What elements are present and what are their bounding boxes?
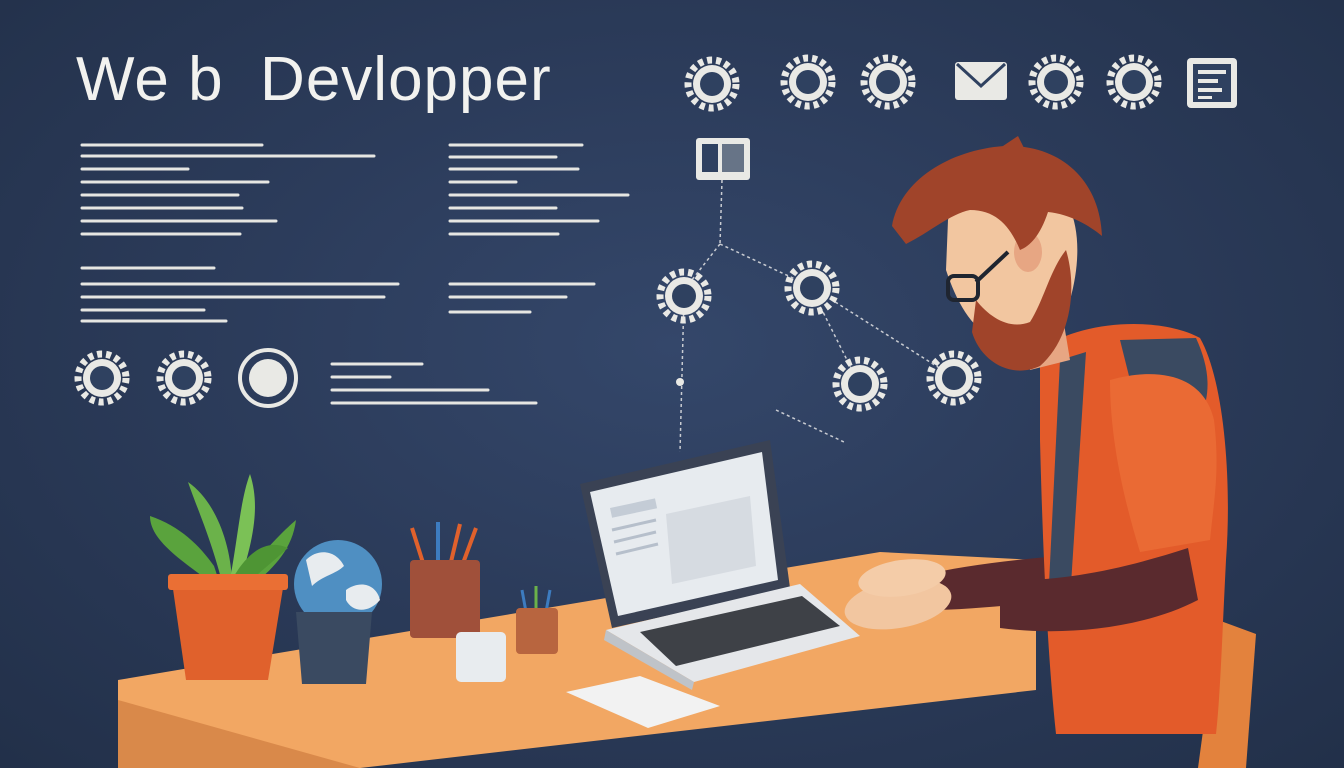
gear-icon (1110, 58, 1158, 106)
text-lines-block-left (80, 143, 400, 323)
potted-plant (150, 474, 296, 680)
connector-node (676, 378, 684, 386)
text-lines-block-middle (448, 143, 630, 314)
gear-icon (784, 58, 832, 106)
list-icon (1187, 58, 1237, 108)
web-developer-illustration: We b Devlopper (0, 0, 1344, 768)
illustration-canvas (0, 0, 1256, 768)
gear-icon (930, 354, 978, 402)
small-pencil-cup (516, 586, 558, 654)
gear-icon (160, 354, 208, 402)
mug (456, 632, 506, 682)
browser-window-icon (696, 138, 750, 180)
text-lines-block-small (330, 362, 538, 405)
gear-icon (660, 272, 708, 320)
gear-icon (836, 360, 884, 408)
circle-icon (238, 348, 298, 408)
gear-icon (688, 60, 736, 108)
gear-icon (1032, 58, 1080, 106)
mail-icon (955, 62, 1007, 100)
gear-icon (864, 58, 912, 106)
gear-icon (78, 354, 126, 402)
gear-icon (788, 264, 836, 312)
pencil-cup (410, 522, 480, 638)
